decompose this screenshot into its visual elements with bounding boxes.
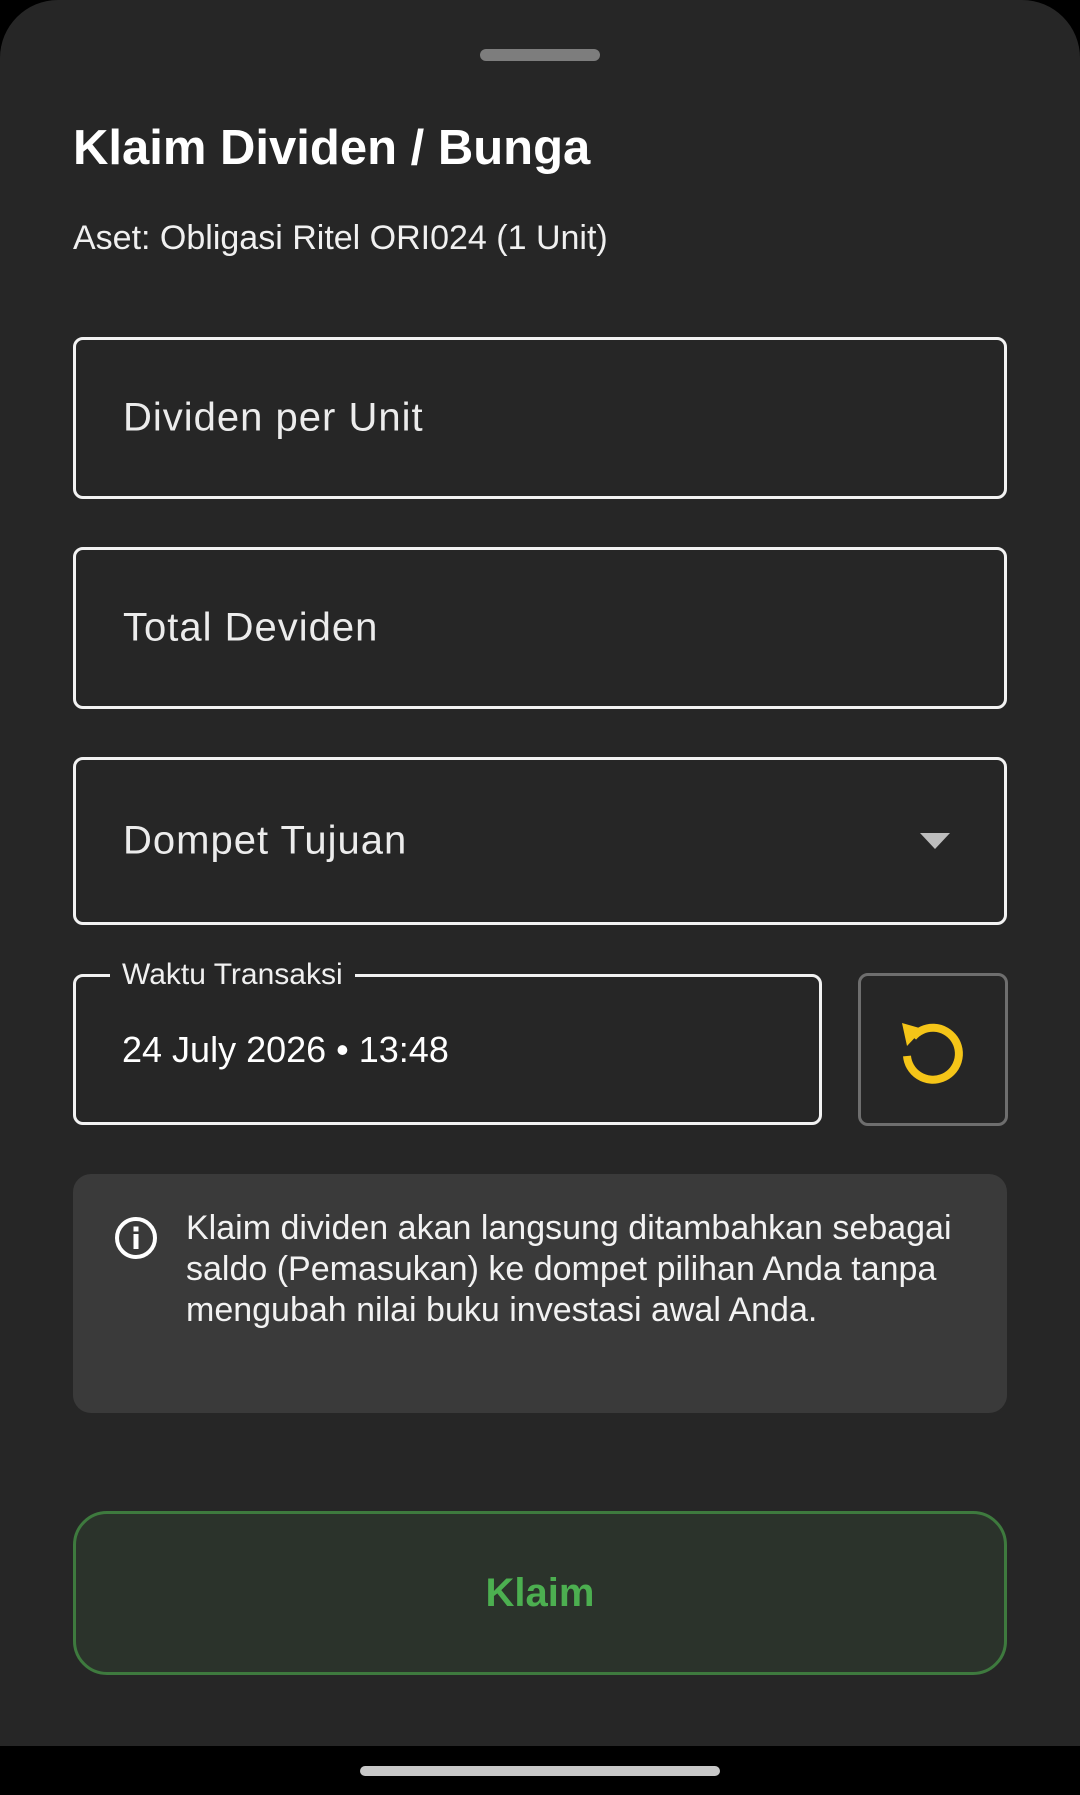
bottom-sheet: Klaim Dividen / Bunga Aset: Obligasi Rit… xyxy=(0,0,1080,1746)
dividend-per-unit-placeholder: Dividen per Unit xyxy=(123,395,424,440)
sheet-title: Klaim Dividen / Bunga xyxy=(73,121,591,175)
transaction-time-field[interactable]: Waktu Transaksi 24 July 2026 • 13:48 xyxy=(73,953,822,1125)
drag-handle[interactable] xyxy=(480,49,600,61)
reset-time-button[interactable] xyxy=(858,973,1008,1126)
claim-button-label: Klaim xyxy=(485,1570,595,1615)
info-text: Klaim dividen akan langsung ditambahkan … xyxy=(186,1209,952,1329)
transaction-time-label: Waktu Transaksi xyxy=(110,953,355,997)
transaction-time-value: 24 July 2026 • 13:48 xyxy=(122,1028,449,1070)
home-indicator[interactable] xyxy=(360,1766,720,1776)
info-box: Klaim dividen akan langsung ditambahkan … xyxy=(73,1174,1007,1413)
info-icon xyxy=(115,1217,157,1259)
system-navigation-bar xyxy=(0,1746,1080,1795)
dropdown-arrow-icon xyxy=(920,833,950,849)
asset-info: Aset: Obligasi Ritel ORI024 (1 Unit) xyxy=(73,219,608,257)
destination-wallet-placeholder: Dompet Tujuan xyxy=(123,818,408,863)
destination-wallet-dropdown[interactable]: Dompet Tujuan xyxy=(73,757,1007,925)
total-dividend-input[interactable]: Total Deviden xyxy=(73,547,1007,709)
dividend-per-unit-input[interactable]: Dividen per Unit xyxy=(73,337,1007,499)
total-dividend-placeholder: Total Deviden xyxy=(123,605,379,650)
claim-button[interactable]: Klaim xyxy=(73,1511,1007,1675)
reset-time-icon xyxy=(902,1022,963,1084)
